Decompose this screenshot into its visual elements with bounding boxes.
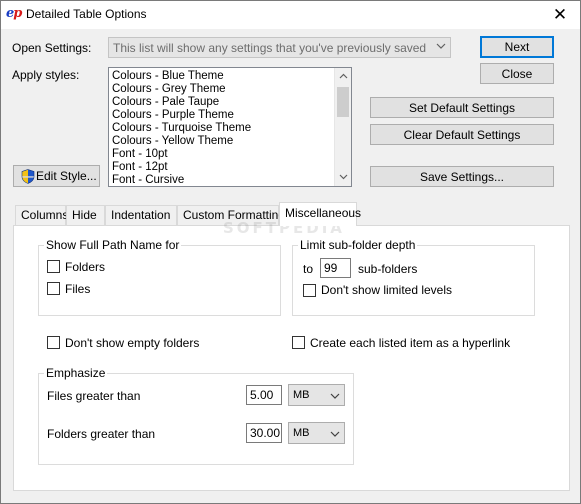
arrow-down-icon[interactable] bbox=[335, 169, 351, 186]
list-item[interactable]: Colours - Purple Theme bbox=[109, 109, 351, 122]
list-item[interactable]: Colours - Pale Taupe bbox=[109, 96, 351, 109]
dont-show-limited-checkbox[interactable] bbox=[303, 284, 316, 297]
folders-greater-label: Folders greater than bbox=[47, 427, 156, 441]
list-item[interactable]: Colours - Yellow Theme bbox=[109, 135, 351, 148]
list-item[interactable]: Colours - Turquoise Theme bbox=[109, 122, 351, 135]
open-settings-placeholder: This list will show any settings that yo… bbox=[113, 41, 427, 55]
folders-unit-select[interactable]: MB bbox=[288, 422, 345, 444]
open-settings-combobox[interactable]: This list will show any settings that yo… bbox=[108, 37, 451, 58]
hyperlink-checkbox[interactable] bbox=[292, 336, 305, 349]
dont-show-empty-label: Don't show empty folders bbox=[65, 336, 200, 350]
app-logo-icon: ep bbox=[6, 6, 22, 21]
arrow-up-icon[interactable] bbox=[335, 68, 351, 85]
chevron-down-icon bbox=[436, 41, 446, 54]
depth-to-label: to bbox=[303, 262, 314, 276]
dialog-window: ep Detailed Table Options ✕ Open Setting… bbox=[0, 0, 581, 504]
limit-depth-group: Limit sub-folder depth bbox=[292, 238, 535, 316]
dont-show-empty-checkbox[interactable] bbox=[47, 336, 60, 349]
emphasize-title: Emphasize bbox=[44, 366, 108, 380]
open-settings-label: Open Settings: bbox=[12, 41, 92, 55]
files-label: Files bbox=[65, 282, 91, 296]
title-bar: ep Detailed Table Options ✕ bbox=[1, 1, 580, 29]
list-item[interactable]: Font - 12pt bbox=[109, 161, 351, 174]
folders-label: Folders bbox=[65, 260, 106, 274]
folders-checkbox[interactable] bbox=[47, 260, 60, 273]
files-greater-label: Files greater than bbox=[47, 389, 141, 403]
style-items-container: Colours - Blue Theme Colours - Grey Theme… bbox=[109, 68, 351, 186]
listbox-scrollbar[interactable] bbox=[334, 68, 351, 186]
chevron-down-icon bbox=[330, 389, 340, 409]
tab-indentation[interactable]: Indentation bbox=[105, 205, 177, 225]
files-unit-select[interactable]: MB bbox=[288, 384, 345, 406]
close-window-icon[interactable]: ✕ bbox=[549, 4, 571, 26]
folders-unit-value: MB bbox=[293, 427, 310, 439]
list-item[interactable]: Font - Cursive bbox=[109, 174, 351, 186]
files-size-input[interactable]: 5.00 bbox=[246, 385, 282, 405]
depth-suffix-label: sub-folders bbox=[358, 262, 418, 276]
tab-hide[interactable]: Hide bbox=[66, 205, 105, 225]
scrollbar-thumb[interactable] bbox=[337, 87, 349, 117]
limit-depth-title: Limit sub-folder depth bbox=[298, 238, 418, 252]
hyperlink-label: Create each listed item as a hyperlink bbox=[310, 336, 511, 350]
next-button[interactable]: Next bbox=[480, 36, 554, 58]
folders-size-input[interactable]: 30.00 bbox=[246, 423, 282, 443]
depth-value-input[interactable]: 99 bbox=[320, 258, 351, 278]
apply-styles-label: Apply styles: bbox=[12, 68, 80, 82]
full-path-title: Show Full Path Name for bbox=[44, 238, 182, 252]
chevron-down-icon bbox=[330, 427, 340, 447]
tab-columns[interactable]: Columns bbox=[15, 205, 68, 225]
full-path-group: Show Full Path Name for bbox=[38, 238, 281, 316]
list-item[interactable]: Font - 10pt bbox=[109, 148, 351, 161]
edit-style-label: Edit Style... bbox=[36, 169, 97, 183]
files-checkbox[interactable] bbox=[47, 282, 60, 295]
list-item[interactable]: Colours - Grey Theme bbox=[109, 83, 351, 96]
close-button[interactable]: Close bbox=[480, 63, 554, 84]
save-settings-button[interactable]: Save Settings... bbox=[370, 166, 554, 187]
list-item[interactable]: Colours - Blue Theme bbox=[109, 70, 351, 83]
dont-show-limited-label: Don't show limited levels bbox=[321, 283, 453, 297]
tab-miscellaneous[interactable]: Miscellaneous bbox=[279, 202, 361, 226]
files-unit-value: MB bbox=[293, 389, 310, 401]
set-default-settings-button[interactable]: Set Default Settings bbox=[370, 97, 554, 118]
window-title: Detailed Table Options bbox=[26, 7, 147, 21]
apply-styles-listbox[interactable]: Colours - Blue Theme Colours - Grey Theme… bbox=[108, 67, 352, 187]
clear-default-settings-button[interactable]: Clear Default Settings bbox=[370, 124, 554, 145]
shield-icon bbox=[21, 169, 35, 184]
